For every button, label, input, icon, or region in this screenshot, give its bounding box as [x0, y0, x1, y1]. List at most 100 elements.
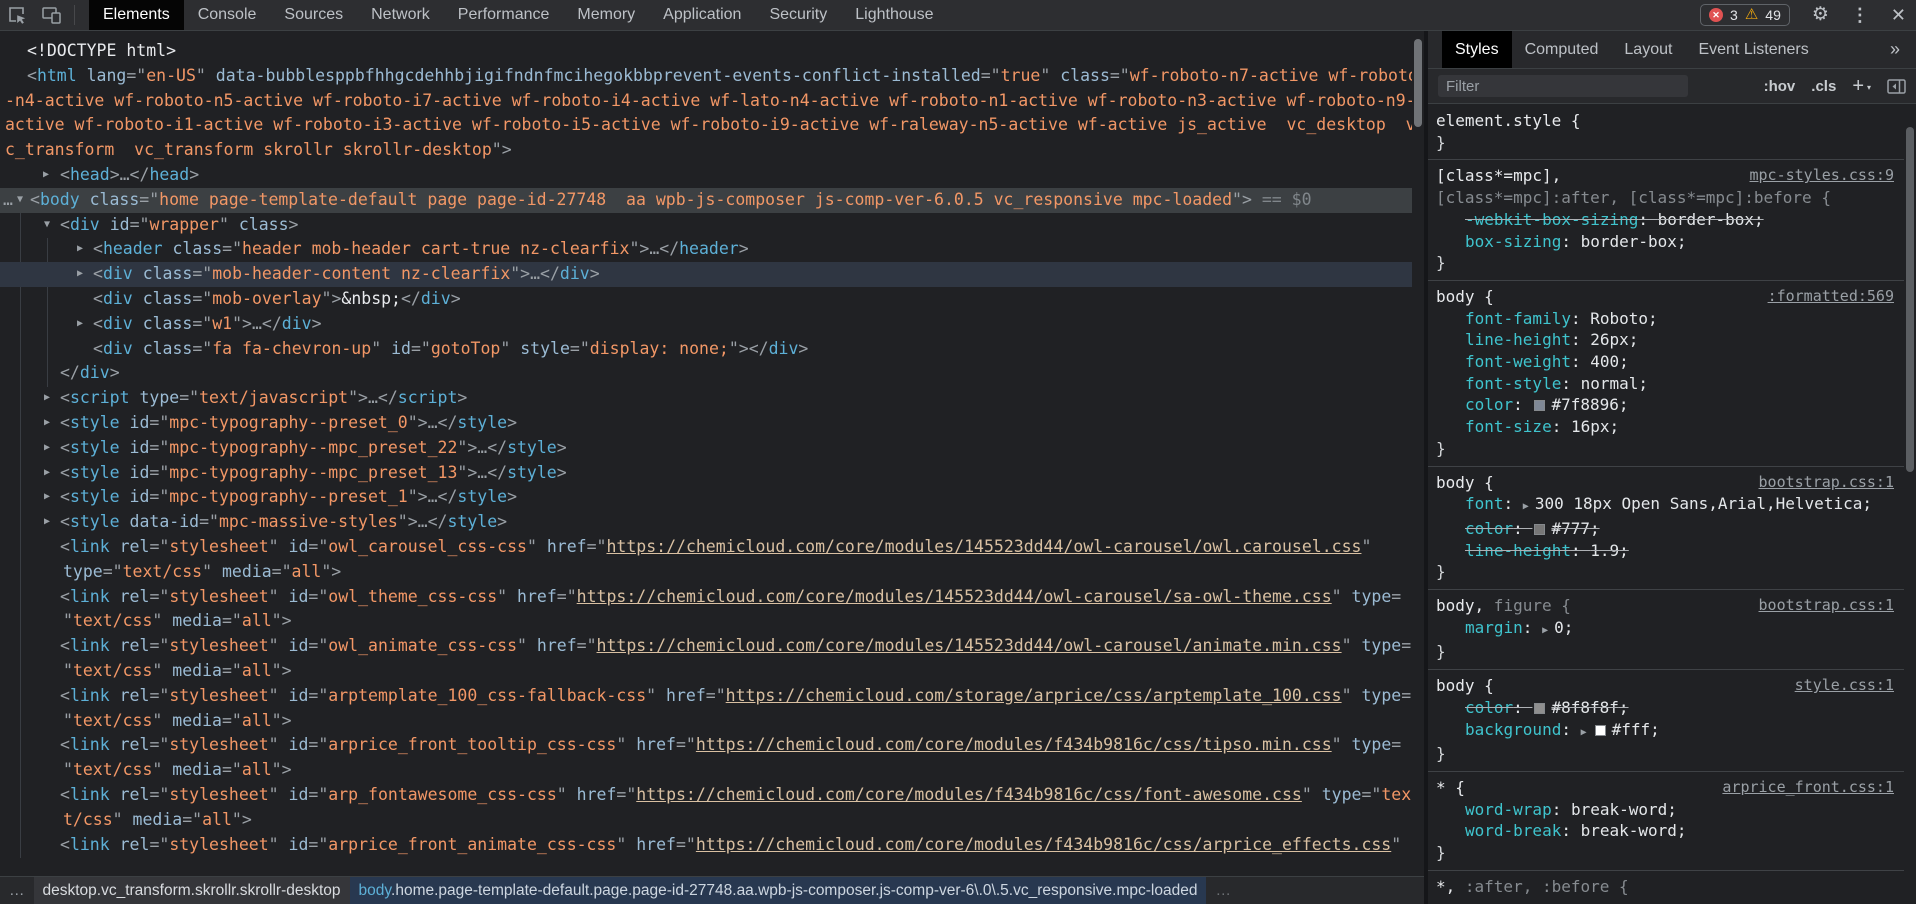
style-property[interactable]: -webkit-box-sizing: border-box; [1436, 209, 1896, 231]
style-property[interactable]: color: #8f8f8f; [1436, 697, 1896, 719]
dom-row[interactable]: <link rel="stylesheet" id="arprice_front… [0, 833, 1412, 858]
twisty-collapsed-icon[interactable]: ▶ [39, 163, 53, 188]
twisty-collapsed-icon[interactable]: ▶ [73, 237, 87, 262]
styles-scrollbar[interactable] [1904, 105, 1916, 904]
tab-lighthouse[interactable]: Lighthouse [841, 0, 947, 30]
tab-application[interactable]: Application [649, 0, 755, 30]
pseudo-state-toggle[interactable]: :hov [1764, 78, 1796, 95]
issues-badge[interactable]: ✕ 3 ⚠ 49 [1700, 4, 1790, 26]
dom-row[interactable]: <html lang="en-US" data-bubblesppbfhhgcd… [0, 64, 1412, 89]
sidebar-toggle-icon[interactable] [1887, 79, 1906, 94]
dom-row[interactable]: ▶<style id="mpc-typography--mpc_preset_2… [0, 436, 1412, 461]
style-source-link[interactable]: bootstrap.css:1 [1759, 595, 1894, 617]
style-property[interactable]: margin: ▶0; [1436, 617, 1896, 642]
breadcrumb-overflow-left[interactable]: … [0, 877, 34, 904]
styles-tab-layout[interactable]: Layout [1611, 31, 1685, 68]
dom-row[interactable]: <!DOCTYPE html> [0, 39, 1412, 64]
dom-row[interactable]: ▶<head>…</head> [0, 163, 1412, 188]
tab-network[interactable]: Network [357, 0, 444, 30]
rule-selector[interactable]: * {arprice_front.css:1 [1436, 777, 1896, 799]
dom-row[interactable]: <link rel="stylesheet" id="arptemplate_1… [0, 684, 1412, 709]
rule-selector[interactable]: element.style { [1436, 110, 1896, 132]
dom-row[interactable]: "text/css" media="all"> [0, 709, 1412, 734]
dom-row[interactable]: <div class="mob-overlay">&nbsp;</div> [0, 287, 1412, 312]
twisty-expanded-icon[interactable]: ▼ [40, 213, 54, 238]
twisty-collapsed-icon[interactable]: ▶ [73, 262, 87, 287]
twisty-collapsed-icon[interactable]: ▶ [73, 312, 87, 337]
style-property[interactable]: font-family: Roboto; [1436, 308, 1896, 330]
inspect-element-icon[interactable] [0, 0, 34, 30]
style-source-link[interactable]: bootstrap.css:1 [1759, 472, 1894, 494]
twisty-collapsed-icon[interactable]: ▶ [40, 461, 54, 486]
style-property[interactable]: box-sizing: border-box; [1436, 231, 1896, 253]
style-source-link[interactable]: mpc-styles.css:9 [1750, 165, 1895, 187]
dom-row[interactable]: t/css" media="all"> [0, 808, 1412, 833]
dom-row[interactable]: "text/css" media="all"> [0, 659, 1412, 684]
style-property[interactable]: font-weight: 400; [1436, 351, 1896, 373]
dom-row[interactable]: ▼<div id="wrapper" class> [0, 213, 1412, 238]
rule-selector[interactable]: body {bootstrap.css:1 [1436, 472, 1896, 494]
dom-row[interactable]: …▼<body class="home page-template-defaul… [0, 188, 1412, 213]
dom-row[interactable]: <link rel="stylesheet" id="owl_theme_css… [0, 585, 1412, 610]
twisty-collapsed-icon[interactable]: ▶ [40, 386, 54, 411]
twisty-expanded-icon[interactable]: ▼ [13, 188, 27, 213]
value-expand-icon[interactable]: ▶ [1581, 727, 1587, 738]
color-swatch[interactable] [1534, 524, 1545, 535]
style-property[interactable]: color: #7f8896; [1436, 394, 1896, 416]
dom-row[interactable]: <link rel="stylesheet" id="arprice_front… [0, 733, 1412, 758]
gear-icon[interactable]: ⚙ [1812, 0, 1829, 30]
scrollbar-thumb[interactable] [1906, 127, 1914, 472]
dom-row[interactable]: active wf-roboto-i1-active wf-roboto-i3-… [0, 113, 1412, 138]
style-source-link[interactable]: :formatted:569 [1768, 286, 1894, 308]
style-property[interactable]: word-break: break-word; [1436, 820, 1896, 842]
style-property[interactable]: color: #777; [1436, 518, 1896, 540]
tab-elements[interactable]: Elements [89, 0, 184, 30]
breadcrumb-item-selected[interactable]: body.home.page-template-default.page.pag… [350, 877, 1207, 904]
rule-selector[interactable]: *, :after, :before { [1436, 876, 1896, 898]
twisty-collapsed-icon[interactable]: ▶ [40, 411, 54, 436]
dom-row[interactable]: c_transform vc_transform skrollr skrollr… [0, 138, 1412, 163]
element-classes-toggle[interactable]: .cls [1811, 78, 1836, 95]
dom-row[interactable]: ▶<header class="header mob-header cart-t… [0, 237, 1412, 262]
scrollbar-thumb[interactable] [1414, 39, 1422, 127]
dom-row[interactable]: ▶<script type="text/javascript">…</scrip… [0, 386, 1412, 411]
style-source-link[interactable]: arprice_front.css:1 [1722, 777, 1894, 799]
dom-row[interactable]: ▶<style id="mpc-typography--mpc_preset_1… [0, 461, 1412, 486]
style-property[interactable]: line-height: 26px; [1436, 329, 1896, 351]
overflow-tabs-icon[interactable]: » [1890, 31, 1900, 67]
rule-selector[interactable]: body {:formatted:569 [1436, 286, 1896, 308]
style-property[interactable]: font-size: 16px; [1436, 416, 1896, 438]
breadcrumb-item[interactable]: desktop.vc_transform.skrollr.skrollr-des… [34, 877, 350, 904]
gutter-more-icon[interactable]: … [3, 188, 12, 213]
rule-selector[interactable]: body {style.css:1 [1436, 675, 1896, 697]
style-property[interactable]: line-height: 1.9; [1436, 540, 1896, 562]
dom-row[interactable]: ▶<style id="mpc-typography--preset_0">…<… [0, 411, 1412, 436]
twisty-collapsed-icon[interactable]: ▶ [40, 485, 54, 510]
device-toolbar-icon[interactable] [34, 0, 68, 30]
styles-tab-event-listeners[interactable]: Event Listeners [1685, 31, 1821, 68]
rule-selector[interactable]: [class*=mpc],mpc-styles.css:9 [1436, 165, 1896, 187]
styles-filter-input[interactable] [1438, 75, 1688, 97]
twisty-collapsed-icon[interactable]: ▶ [40, 436, 54, 461]
dom-row[interactable]: "text/css" media="all"> [0, 758, 1412, 783]
color-swatch[interactable] [1595, 725, 1606, 736]
more-menu-icon[interactable]: ⋮ [1851, 0, 1869, 30]
twisty-collapsed-icon[interactable]: ▶ [40, 510, 54, 535]
rule-selector[interactable]: body, figure {bootstrap.css:1 [1436, 595, 1896, 617]
style-property[interactable]: background: ▶#fff; [1436, 719, 1896, 744]
dom-row[interactable]: </div> [0, 361, 1412, 386]
dom-row[interactable]: type="text/css" media="all"> [0, 560, 1412, 585]
elements-scrollbar[interactable] [1412, 31, 1424, 876]
tab-console[interactable]: Console [184, 0, 271, 30]
style-property[interactable]: word-wrap: break-word; [1436, 799, 1896, 821]
dom-row[interactable]: ▶<div class="w1">…</div> [0, 312, 1412, 337]
dom-row[interactable]: "text/css" media="all"> [0, 609, 1412, 634]
tab-sources[interactable]: Sources [270, 0, 357, 30]
style-property[interactable]: font: ▶300 18px Open Sans,Arial,Helvetic… [1436, 493, 1896, 518]
breadcrumb-overflow-right[interactable]: … [1206, 877, 1240, 904]
dom-row[interactable]: <link rel="stylesheet" id="owl_animate_c… [0, 634, 1412, 659]
styles-tab-computed[interactable]: Computed [1512, 31, 1612, 68]
dom-row[interactable]: ▶<style id="mpc-typography--preset_1">…<… [0, 485, 1412, 510]
style-property[interactable]: font-style: normal; [1436, 373, 1896, 395]
rule-selector[interactable]: [class*=mpc]:after, [class*=mpc]:before … [1436, 187, 1896, 209]
